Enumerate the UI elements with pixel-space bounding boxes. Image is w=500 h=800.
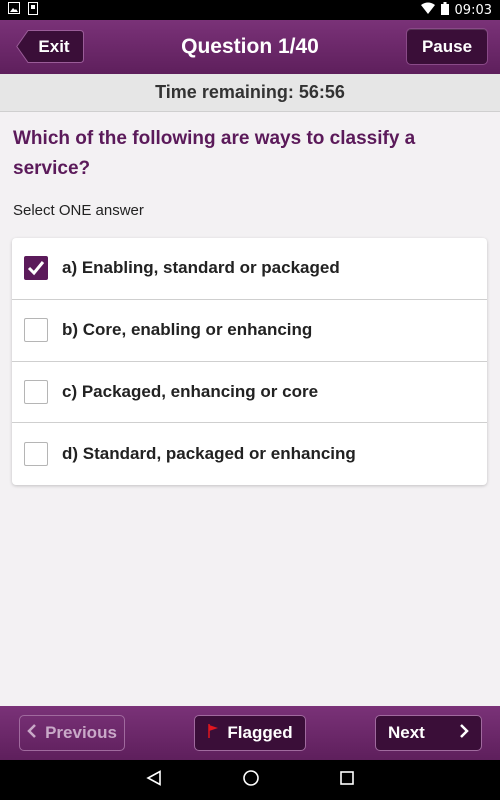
next-button[interactable]: Next (375, 715, 482, 751)
answer-option-a[interactable]: a) Enabling, standard or packaged (12, 238, 487, 300)
answer-label: c) Packaged, enhancing or core (62, 381, 319, 401)
previous-button[interactable]: Previous (19, 715, 125, 751)
home-circle-icon[interactable] (242, 769, 260, 792)
checkbox-checked-icon[interactable] (24, 256, 48, 281)
answer-option-d[interactable]: d) Standard, packaged or enhancing (12, 423, 487, 485)
next-label: Next (388, 723, 425, 742)
image-notification-icon (8, 2, 20, 18)
question-text: Which of the following are ways to class… (13, 128, 416, 179)
answer-list: a) Enabling, standard or packaged b) Cor… (12, 238, 487, 485)
answer-label: b) Core, enabling or enhancing (62, 320, 313, 340)
previous-label: Previous (45, 723, 117, 742)
checkbox-icon[interactable] (24, 318, 48, 343)
checkbox-icon[interactable] (24, 379, 48, 404)
back-triangle-icon[interactable] (146, 769, 162, 791)
answer-label: a) Enabling, standard or packaged (62, 258, 340, 278)
answer-instruction: Select ONE answer (13, 202, 144, 219)
battery-icon (440, 1, 449, 19)
answer-label: d) Standard, packaged or enhancing (62, 444, 356, 464)
flagged-label: Flagged (227, 723, 293, 742)
status-time: 09:03 (454, 2, 492, 18)
exit-label: Exit (38, 36, 70, 56)
bottom-toolbar: Previous Flagged Next (0, 706, 500, 760)
status-bar: 09:03 (0, 0, 500, 20)
pause-button[interactable]: Pause (406, 28, 488, 65)
exit-button[interactable]: Exit (16, 30, 84, 63)
answer-option-c[interactable]: c) Packaged, enhancing or core (12, 362, 487, 424)
system-nav-bar (0, 760, 500, 800)
page-title: Question 1/40 (181, 35, 319, 58)
header: Exit Question 1/40 Pause (0, 20, 500, 74)
flag-icon (207, 723, 219, 743)
time-remaining: Time remaining: 56:56 (0, 74, 500, 112)
answer-option-b[interactable]: b) Core, enabling or enhancing (12, 300, 487, 362)
chevron-left-icon (27, 723, 37, 743)
checkbox-icon[interactable] (24, 442, 48, 467)
wifi-icon (420, 2, 435, 18)
recents-square-icon[interactable] (340, 770, 354, 790)
download-notification-icon (28, 1, 38, 19)
chevron-right-icon (459, 723, 469, 743)
flagged-button[interactable]: Flagged (194, 715, 306, 751)
